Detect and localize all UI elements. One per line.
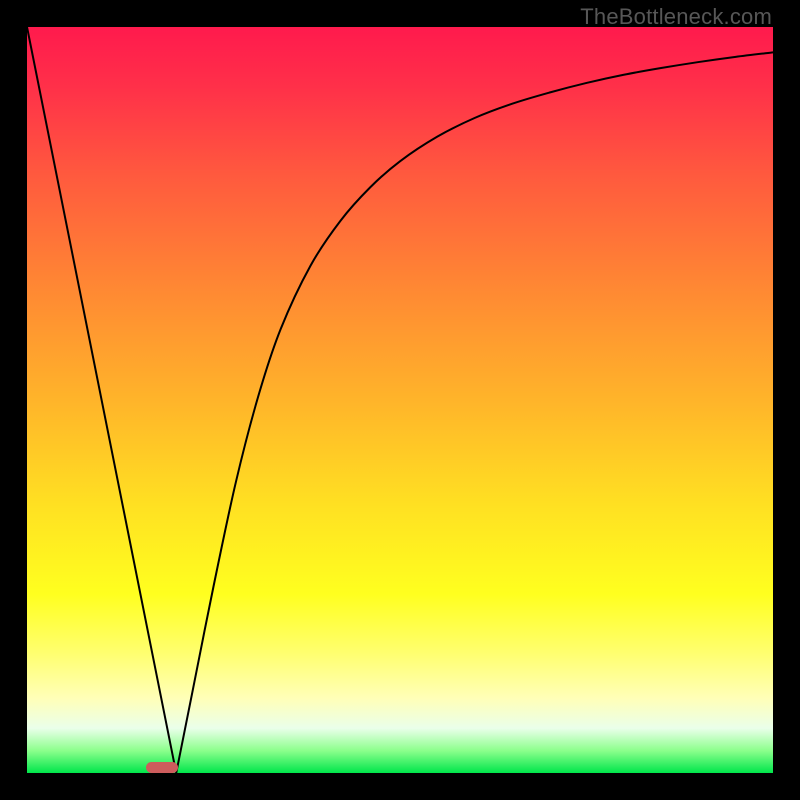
bottleneck-curve: [27, 27, 773, 773]
chart-frame: TheBottleneck.com: [0, 0, 800, 800]
plot-area: [27, 27, 773, 773]
bottleneck-marker: [146, 762, 178, 773]
